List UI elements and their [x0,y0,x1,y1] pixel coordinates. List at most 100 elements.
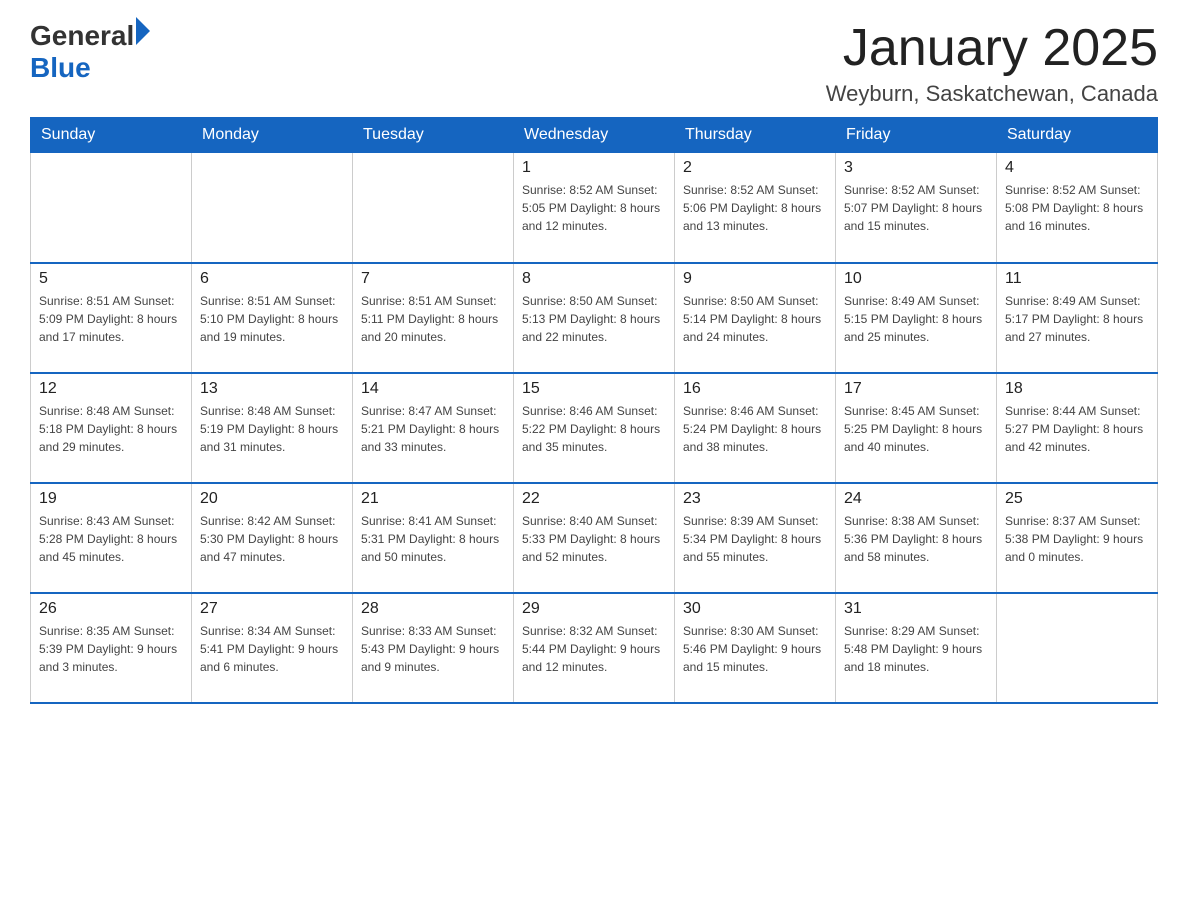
day-info: Sunrise: 8:48 AM Sunset: 5:19 PM Dayligh… [200,402,344,456]
day-number: 18 [1005,380,1149,398]
day-number: 19 [39,490,183,508]
day-info: Sunrise: 8:50 AM Sunset: 5:13 PM Dayligh… [522,292,666,346]
logo-triangle-icon [136,17,150,45]
calendar-cell: 16 Sunrise: 8:46 AM Sunset: 5:24 PM Dayli… [675,373,836,483]
day-info: Sunrise: 8:37 AM Sunset: 5:38 PM Dayligh… [1005,512,1149,566]
calendar-cell: 13 Sunrise: 8:48 AM Sunset: 5:19 PM Dayli… [192,373,353,483]
calendar-cell [997,593,1158,703]
day-info: Sunrise: 8:32 AM Sunset: 5:44 PM Dayligh… [522,622,666,676]
calendar-cell: 7Sunrise: 8:51 AM Sunset: 5:11 PM Daylig… [353,263,514,373]
calendar-week-5: 26Sunrise: 8:35 AM Sunset: 5:39 PM Dayli… [31,593,1158,703]
day-info: Sunrise: 8:48 AM Sunset: 5:18 PM Dayligh… [39,402,183,456]
day-info: Sunrise: 8:51 AM Sunset: 5:09 PM Dayligh… [39,292,183,346]
calendar-cell: 26Sunrise: 8:35 AM Sunset: 5:39 PM Dayli… [31,593,192,703]
day-info: Sunrise: 8:38 AM Sunset: 5:36 PM Dayligh… [844,512,988,566]
calendar-cell [353,153,514,263]
day-info: Sunrise: 8:39 AM Sunset: 5:34 PM Dayligh… [683,512,827,566]
calendar-cell: 8Sunrise: 8:50 AM Sunset: 5:13 PM Daylig… [514,263,675,373]
weekday-header-friday: Friday [836,118,997,153]
calendar-week-2: 5 Sunrise: 8:51 AM Sunset: 5:09 PM Daylig… [31,263,1158,373]
logo: General Blue [30,20,150,84]
weekday-header-saturday: Saturday [997,118,1158,153]
day-info: Sunrise: 8:46 AM Sunset: 5:24 PM Dayligh… [683,402,827,456]
calendar-header-row: SundayMondayTuesdayWednesdayThursdayFrid… [31,118,1158,153]
calendar-cell: 19 Sunrise: 8:43 AM Sunset: 5:28 PM Dayli… [31,483,192,593]
day-number: 30 [683,600,827,618]
day-number: 17 [844,380,988,398]
day-info: Sunrise: 8:49 AM Sunset: 5:17 PM Dayligh… [1005,292,1149,346]
logo-text-general: General [30,20,134,52]
calendar-week-3: 12 Sunrise: 8:48 AM Sunset: 5:18 PM Dayli… [31,373,1158,483]
weekday-header-sunday: Sunday [31,118,192,153]
calendar-week-1: 1Sunrise: 8:52 AM Sunset: 5:05 PM Daylig… [31,153,1158,263]
calendar-cell: 3 Sunrise: 8:52 AM Sunset: 5:07 PM Daylig… [836,153,997,263]
day-number: 11 [1005,270,1149,288]
day-info: Sunrise: 8:35 AM Sunset: 5:39 PM Dayligh… [39,622,183,676]
day-number: 21 [361,490,505,508]
calendar-cell: 10Sunrise: 8:49 AM Sunset: 5:15 PM Dayli… [836,263,997,373]
day-info: Sunrise: 8:33 AM Sunset: 5:43 PM Dayligh… [361,622,505,676]
weekday-header-wednesday: Wednesday [514,118,675,153]
calendar-cell: 29 Sunrise: 8:32 AM Sunset: 5:44 PM Dayli… [514,593,675,703]
calendar-cell: 6 Sunrise: 8:51 AM Sunset: 5:10 PM Daylig… [192,263,353,373]
calendar-cell: 9 Sunrise: 8:50 AM Sunset: 5:14 PM Daylig… [675,263,836,373]
calendar-cell: 17 Sunrise: 8:45 AM Sunset: 5:25 PM Dayli… [836,373,997,483]
calendar-cell: 1Sunrise: 8:52 AM Sunset: 5:05 PM Daylig… [514,153,675,263]
day-info: Sunrise: 8:40 AM Sunset: 5:33 PM Dayligh… [522,512,666,566]
calendar-cell: 27 Sunrise: 8:34 AM Sunset: 5:41 PM Dayli… [192,593,353,703]
day-info: Sunrise: 8:30 AM Sunset: 5:46 PM Dayligh… [683,622,827,676]
calendar-cell: 30 Sunrise: 8:30 AM Sunset: 5:46 PM Dayli… [675,593,836,703]
day-number: 13 [200,380,344,398]
calendar-cell: 2 Sunrise: 8:52 AM Sunset: 5:06 PM Daylig… [675,153,836,263]
calendar-cell: 14 Sunrise: 8:47 AM Sunset: 5:21 PM Dayli… [353,373,514,483]
day-info: Sunrise: 8:47 AM Sunset: 5:21 PM Dayligh… [361,402,505,456]
day-info: Sunrise: 8:51 AM Sunset: 5:10 PM Dayligh… [200,292,344,346]
calendar-cell: 15 Sunrise: 8:46 AM Sunset: 5:22 PM Dayli… [514,373,675,483]
calendar-cell [31,153,192,263]
day-number: 28 [361,600,505,618]
day-number: 3 [844,159,988,177]
day-info: Sunrise: 8:34 AM Sunset: 5:41 PM Dayligh… [200,622,344,676]
day-number: 20 [200,490,344,508]
day-info: Sunrise: 8:50 AM Sunset: 5:14 PM Dayligh… [683,292,827,346]
page-header: General Blue January 2025 Weyburn, Saska… [30,20,1158,107]
day-number: 2 [683,159,827,177]
calendar-cell: 28 Sunrise: 8:33 AM Sunset: 5:43 PM Dayli… [353,593,514,703]
day-number: 31 [844,600,988,618]
day-info: Sunrise: 8:29 AM Sunset: 5:48 PM Dayligh… [844,622,988,676]
day-number: 15 [522,380,666,398]
calendar-cell: 12 Sunrise: 8:48 AM Sunset: 5:18 PM Dayli… [31,373,192,483]
day-number: 14 [361,380,505,398]
day-number: 29 [522,600,666,618]
calendar-cell: 22 Sunrise: 8:40 AM Sunset: 5:33 PM Dayli… [514,483,675,593]
day-number: 16 [683,380,827,398]
day-info: Sunrise: 8:44 AM Sunset: 5:27 PM Dayligh… [1005,402,1149,456]
day-number: 9 [683,270,827,288]
day-info: Sunrise: 8:52 AM Sunset: 5:08 PM Dayligh… [1005,181,1149,235]
day-number: 6 [200,270,344,288]
calendar-cell: 5 Sunrise: 8:51 AM Sunset: 5:09 PM Daylig… [31,263,192,373]
weekday-header-thursday: Thursday [675,118,836,153]
day-number: 27 [200,600,344,618]
day-number: 22 [522,490,666,508]
day-info: Sunrise: 8:52 AM Sunset: 5:05 PM Dayligh… [522,181,666,235]
title-group: January 2025 Weyburn, Saskatchewan, Cana… [826,20,1158,107]
logo-text-blue: Blue [30,52,150,84]
day-info: Sunrise: 8:41 AM Sunset: 5:31 PM Dayligh… [361,512,505,566]
calendar-cell: 31 Sunrise: 8:29 AM Sunset: 5:48 PM Dayli… [836,593,997,703]
day-info: Sunrise: 8:52 AM Sunset: 5:07 PM Dayligh… [844,181,988,235]
day-number: 4 [1005,159,1149,177]
day-info: Sunrise: 8:52 AM Sunset: 5:06 PM Dayligh… [683,181,827,235]
day-info: Sunrise: 8:46 AM Sunset: 5:22 PM Dayligh… [522,402,666,456]
weekday-header-monday: Monday [192,118,353,153]
day-info: Sunrise: 8:49 AM Sunset: 5:15 PM Dayligh… [844,292,988,346]
day-info: Sunrise: 8:43 AM Sunset: 5:28 PM Dayligh… [39,512,183,566]
calendar-cell: 24Sunrise: 8:38 AM Sunset: 5:36 PM Dayli… [836,483,997,593]
day-number: 25 [1005,490,1149,508]
day-number: 5 [39,270,183,288]
calendar-cell: 20 Sunrise: 8:42 AM Sunset: 5:30 PM Dayli… [192,483,353,593]
day-number: 12 [39,380,183,398]
calendar-cell: 23Sunrise: 8:39 AM Sunset: 5:34 PM Dayli… [675,483,836,593]
day-info: Sunrise: 8:42 AM Sunset: 5:30 PM Dayligh… [200,512,344,566]
day-info: Sunrise: 8:45 AM Sunset: 5:25 PM Dayligh… [844,402,988,456]
